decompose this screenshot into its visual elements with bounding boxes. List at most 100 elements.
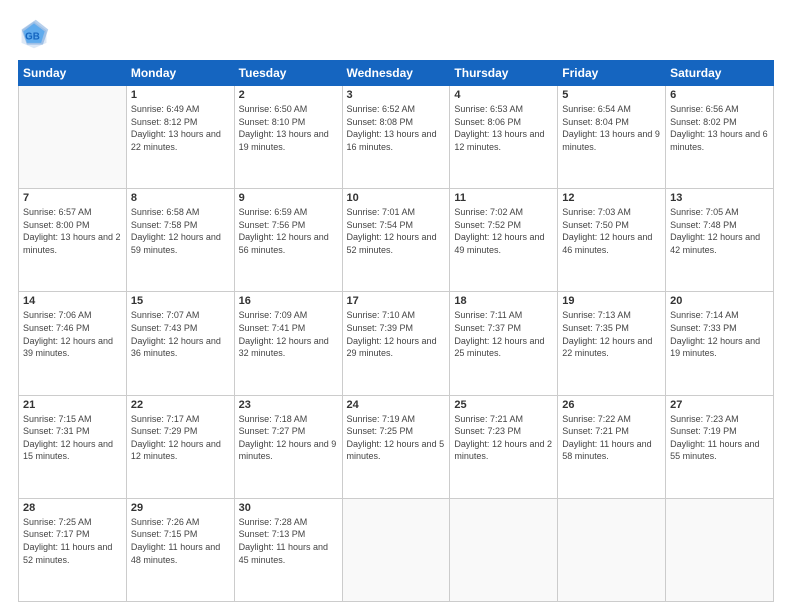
sunrise: Sunrise: 7:02 AM bbox=[454, 206, 553, 219]
calendar-cell: 2 Sunrise: 6:50 AM Sunset: 8:10 PM Dayli… bbox=[234, 86, 342, 189]
daylight: Daylight: 12 hours and 46 minutes. bbox=[562, 231, 661, 256]
daylight: Daylight: 11 hours and 52 minutes. bbox=[23, 541, 122, 566]
daylight: Daylight: 13 hours and 9 minutes. bbox=[562, 128, 661, 153]
logo-icon: GB bbox=[18, 18, 50, 50]
sunset: Sunset: 7:33 PM bbox=[670, 322, 769, 335]
day-number: 26 bbox=[562, 399, 661, 411]
calendar-cell: 21 Sunrise: 7:15 AM Sunset: 7:31 PM Dayl… bbox=[19, 395, 127, 498]
sunrise: Sunrise: 7:28 AM bbox=[239, 516, 338, 529]
sunrise: Sunrise: 7:10 AM bbox=[347, 309, 446, 322]
sunrise: Sunrise: 7:25 AM bbox=[23, 516, 122, 529]
day-number: 12 bbox=[562, 192, 661, 204]
sunset: Sunset: 7:19 PM bbox=[670, 425, 769, 438]
day-details: Sunrise: 6:58 AM Sunset: 7:58 PM Dayligh… bbox=[131, 206, 230, 256]
sunrise: Sunrise: 6:57 AM bbox=[23, 206, 122, 219]
sunset: Sunset: 8:12 PM bbox=[131, 116, 230, 129]
logo: GB bbox=[18, 18, 54, 50]
day-details: Sunrise: 6:52 AM Sunset: 8:08 PM Dayligh… bbox=[347, 103, 446, 153]
calendar-cell: 24 Sunrise: 7:19 AM Sunset: 7:25 PM Dayl… bbox=[342, 395, 450, 498]
day-number: 18 bbox=[454, 295, 553, 307]
calendar-week-5: 28 Sunrise: 7:25 AM Sunset: 7:17 PM Dayl… bbox=[19, 498, 774, 601]
sunrise: Sunrise: 7:26 AM bbox=[131, 516, 230, 529]
calendar-cell: 28 Sunrise: 7:25 AM Sunset: 7:17 PM Dayl… bbox=[19, 498, 127, 601]
daylight: Daylight: 12 hours and 39 minutes. bbox=[23, 335, 122, 360]
sunset: Sunset: 7:43 PM bbox=[131, 322, 230, 335]
daylight: Daylight: 12 hours and 5 minutes. bbox=[347, 438, 446, 463]
weekday-header-sunday: Sunday bbox=[19, 61, 127, 86]
calendar-cell: 30 Sunrise: 7:28 AM Sunset: 7:13 PM Dayl… bbox=[234, 498, 342, 601]
calendar-cell: 3 Sunrise: 6:52 AM Sunset: 8:08 PM Dayli… bbox=[342, 86, 450, 189]
daylight: Daylight: 12 hours and 2 minutes. bbox=[454, 438, 553, 463]
day-details: Sunrise: 7:07 AM Sunset: 7:43 PM Dayligh… bbox=[131, 309, 230, 359]
calendar-cell: 14 Sunrise: 7:06 AM Sunset: 7:46 PM Dayl… bbox=[19, 292, 127, 395]
day-details: Sunrise: 6:53 AM Sunset: 8:06 PM Dayligh… bbox=[454, 103, 553, 153]
day-details: Sunrise: 7:19 AM Sunset: 7:25 PM Dayligh… bbox=[347, 413, 446, 463]
sunset: Sunset: 7:17 PM bbox=[23, 528, 122, 541]
day-details: Sunrise: 7:28 AM Sunset: 7:13 PM Dayligh… bbox=[239, 516, 338, 566]
sunset: Sunset: 7:50 PM bbox=[562, 219, 661, 232]
sunrise: Sunrise: 7:05 AM bbox=[670, 206, 769, 219]
day-details: Sunrise: 7:05 AM Sunset: 7:48 PM Dayligh… bbox=[670, 206, 769, 256]
calendar-week-1: 1 Sunrise: 6:49 AM Sunset: 8:12 PM Dayli… bbox=[19, 86, 774, 189]
day-details: Sunrise: 7:02 AM Sunset: 7:52 PM Dayligh… bbox=[454, 206, 553, 256]
sunset: Sunset: 8:08 PM bbox=[347, 116, 446, 129]
day-number: 27 bbox=[670, 399, 769, 411]
daylight: Daylight: 12 hours and 52 minutes. bbox=[347, 231, 446, 256]
day-details: Sunrise: 7:26 AM Sunset: 7:15 PM Dayligh… bbox=[131, 516, 230, 566]
sunset: Sunset: 7:37 PM bbox=[454, 322, 553, 335]
sunset: Sunset: 7:58 PM bbox=[131, 219, 230, 232]
sunset: Sunset: 7:56 PM bbox=[239, 219, 338, 232]
sunset: Sunset: 8:10 PM bbox=[239, 116, 338, 129]
daylight: Daylight: 13 hours and 12 minutes. bbox=[454, 128, 553, 153]
sunrise: Sunrise: 7:06 AM bbox=[23, 309, 122, 322]
calendar-cell bbox=[450, 498, 558, 601]
sunrise: Sunrise: 7:23 AM bbox=[670, 413, 769, 426]
day-number: 20 bbox=[670, 295, 769, 307]
sunrise: Sunrise: 6:52 AM bbox=[347, 103, 446, 116]
calendar-cell bbox=[342, 498, 450, 601]
daylight: Daylight: 12 hours and 32 minutes. bbox=[239, 335, 338, 360]
day-details: Sunrise: 7:13 AM Sunset: 7:35 PM Dayligh… bbox=[562, 309, 661, 359]
calendar-cell: 15 Sunrise: 7:07 AM Sunset: 7:43 PM Dayl… bbox=[126, 292, 234, 395]
day-details: Sunrise: 7:03 AM Sunset: 7:50 PM Dayligh… bbox=[562, 206, 661, 256]
sunset: Sunset: 8:04 PM bbox=[562, 116, 661, 129]
day-number: 9 bbox=[239, 192, 338, 204]
weekday-header-wednesday: Wednesday bbox=[342, 61, 450, 86]
weekday-header-thursday: Thursday bbox=[450, 61, 558, 86]
weekday-header-monday: Monday bbox=[126, 61, 234, 86]
sunrise: Sunrise: 6:53 AM bbox=[454, 103, 553, 116]
calendar-cell: 8 Sunrise: 6:58 AM Sunset: 7:58 PM Dayli… bbox=[126, 189, 234, 292]
calendar-cell: 20 Sunrise: 7:14 AM Sunset: 7:33 PM Dayl… bbox=[666, 292, 774, 395]
calendar-cell: 22 Sunrise: 7:17 AM Sunset: 7:29 PM Dayl… bbox=[126, 395, 234, 498]
sunrise: Sunrise: 7:09 AM bbox=[239, 309, 338, 322]
day-details: Sunrise: 7:11 AM Sunset: 7:37 PM Dayligh… bbox=[454, 309, 553, 359]
day-details: Sunrise: 7:09 AM Sunset: 7:41 PM Dayligh… bbox=[239, 309, 338, 359]
sunrise: Sunrise: 7:03 AM bbox=[562, 206, 661, 219]
calendar-cell: 29 Sunrise: 7:26 AM Sunset: 7:15 PM Dayl… bbox=[126, 498, 234, 601]
day-number: 15 bbox=[131, 295, 230, 307]
sunrise: Sunrise: 6:59 AM bbox=[239, 206, 338, 219]
sunset: Sunset: 8:02 PM bbox=[670, 116, 769, 129]
sunrise: Sunrise: 7:17 AM bbox=[131, 413, 230, 426]
daylight: Daylight: 12 hours and 59 minutes. bbox=[131, 231, 230, 256]
sunrise: Sunrise: 7:22 AM bbox=[562, 413, 661, 426]
sunrise: Sunrise: 7:18 AM bbox=[239, 413, 338, 426]
sunset: Sunset: 7:35 PM bbox=[562, 322, 661, 335]
calendar-cell: 11 Sunrise: 7:02 AM Sunset: 7:52 PM Dayl… bbox=[450, 189, 558, 292]
sunrise: Sunrise: 7:11 AM bbox=[454, 309, 553, 322]
sunrise: Sunrise: 6:50 AM bbox=[239, 103, 338, 116]
calendar-cell: 12 Sunrise: 7:03 AM Sunset: 7:50 PM Dayl… bbox=[558, 189, 666, 292]
sunset: Sunset: 7:31 PM bbox=[23, 425, 122, 438]
day-details: Sunrise: 7:23 AM Sunset: 7:19 PM Dayligh… bbox=[670, 413, 769, 463]
daylight: Daylight: 11 hours and 48 minutes. bbox=[131, 541, 230, 566]
day-number: 21 bbox=[23, 399, 122, 411]
daylight: Daylight: 12 hours and 56 minutes. bbox=[239, 231, 338, 256]
daylight: Daylight: 13 hours and 2 minutes. bbox=[23, 231, 122, 256]
sunrise: Sunrise: 7:13 AM bbox=[562, 309, 661, 322]
sunrise: Sunrise: 7:21 AM bbox=[454, 413, 553, 426]
day-details: Sunrise: 7:25 AM Sunset: 7:17 PM Dayligh… bbox=[23, 516, 122, 566]
sunrise: Sunrise: 6:56 AM bbox=[670, 103, 769, 116]
day-number: 13 bbox=[670, 192, 769, 204]
day-details: Sunrise: 6:49 AM Sunset: 8:12 PM Dayligh… bbox=[131, 103, 230, 153]
sunset: Sunset: 7:52 PM bbox=[454, 219, 553, 232]
